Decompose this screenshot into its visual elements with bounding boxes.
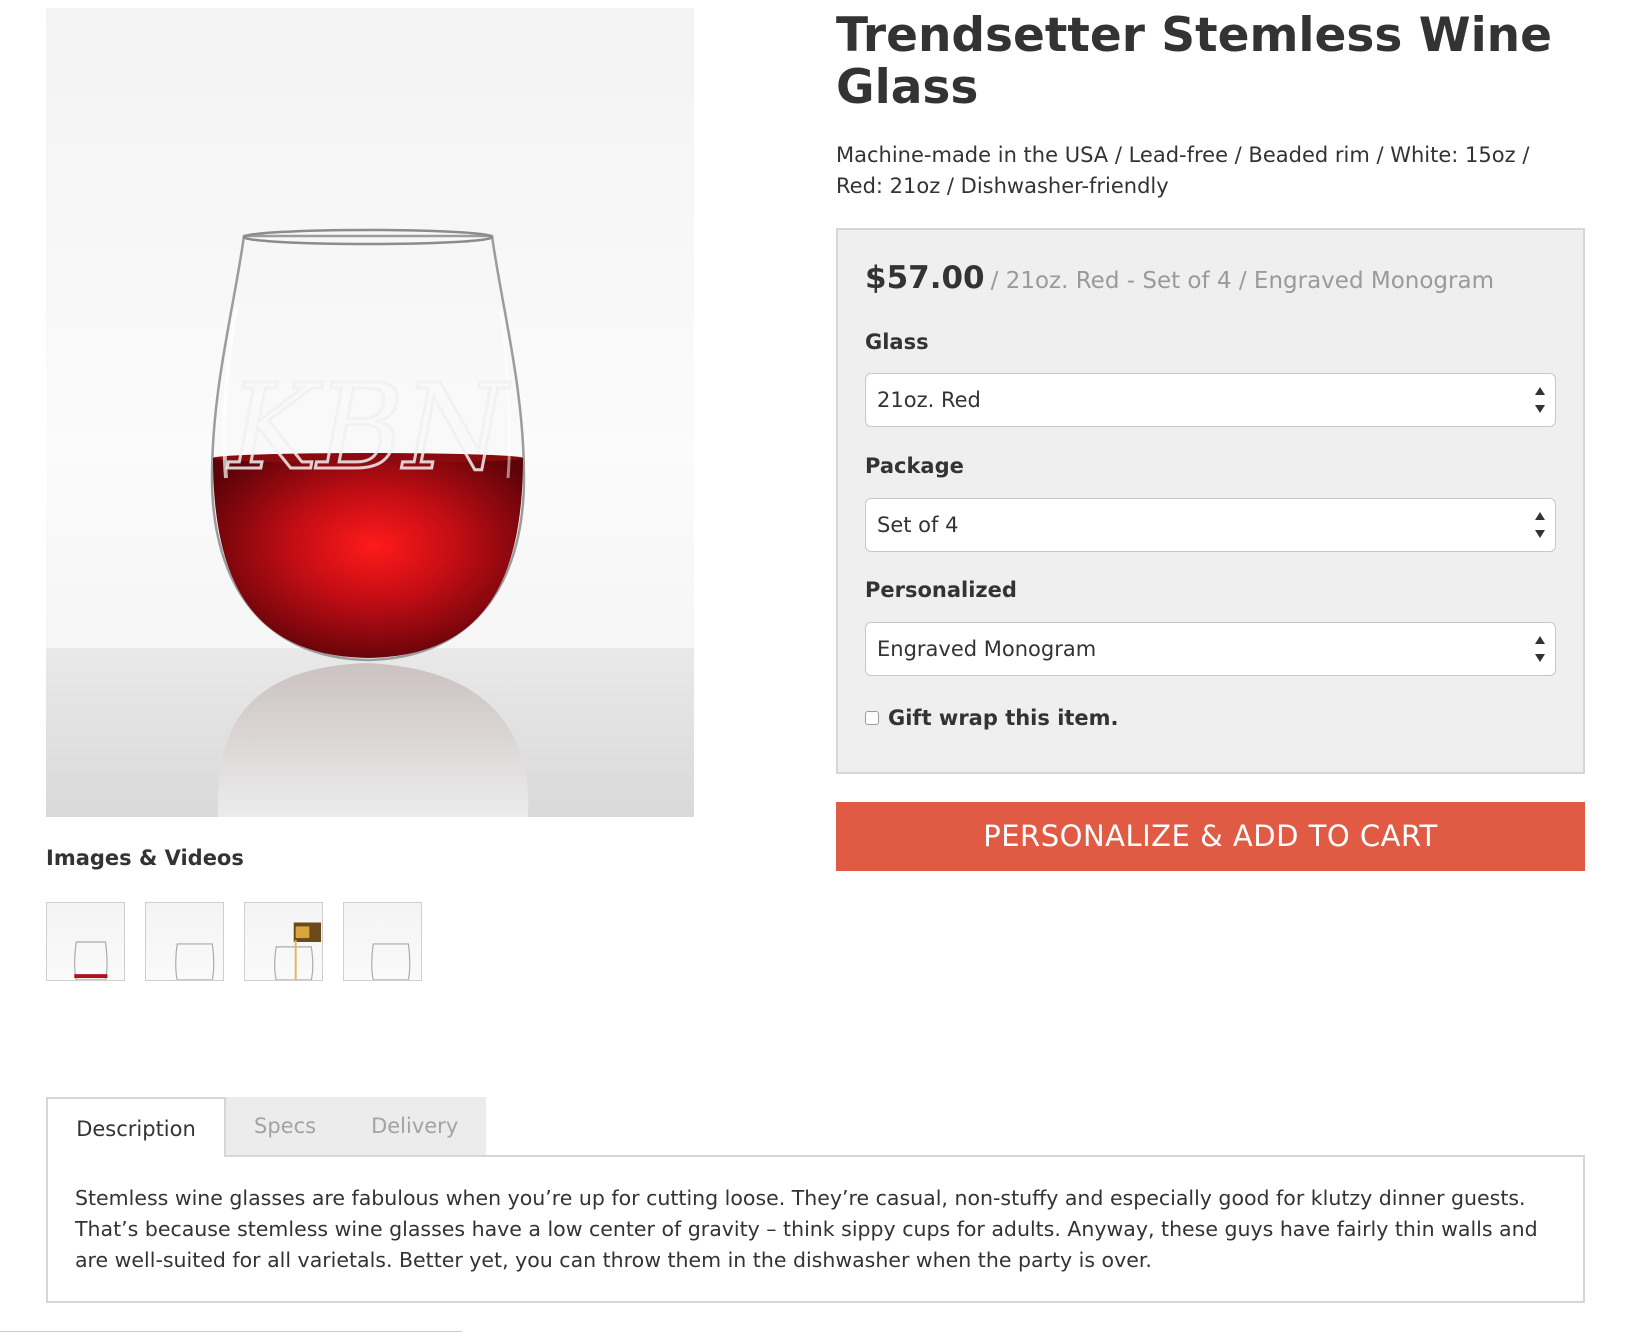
package-select-value: Set of 4 [877, 513, 959, 537]
glass-pouring-thumbnail-icon [274, 922, 322, 980]
thumbnail-1[interactable] [46, 902, 125, 981]
personalized-select-value: Engraved Monogram [877, 637, 1097, 661]
gift-wrap-option: Gift wrap this item. [865, 706, 1119, 730]
product-main-image[interactable]: KBN [46, 8, 694, 817]
glass-select[interactable]: 21oz. Red [865, 373, 1556, 427]
select-arrows-icon [1535, 387, 1545, 413]
description-panel: Stemless wine glasses are fabulous when … [46, 1155, 1585, 1303]
product-title: Trendsetter Stemless Wine Glass [836, 8, 1553, 115]
glass-empty-thumbnail-icon [175, 943, 215, 980]
tab-delivery[interactable]: Delivery [371, 1097, 458, 1157]
product-info-tabs: Description Specs Delivery [46, 1097, 487, 1157]
gift-wrap-checkbox[interactable] [865, 711, 879, 725]
thumbnail-3[interactable] [244, 902, 323, 981]
select-arrows-icon [1535, 512, 1545, 538]
price-line: $57.00/ 21oz. Red - Set of 4 / Engraved … [865, 260, 1494, 296]
product-price: $57.00 [865, 260, 985, 296]
package-select[interactable]: Set of 4 [865, 498, 1556, 552]
personalized-select[interactable]: Engraved Monogram [865, 622, 1556, 676]
images-videos-heading: Images & Videos [46, 846, 244, 870]
inactive-tab-group: Specs Delivery [226, 1097, 487, 1157]
description-text: Stemless wine glasses are fabulous when … [75, 1186, 1538, 1272]
glass-red-wine-thumbnail-icon [74, 941, 108, 980]
gift-wrap-label[interactable]: Gift wrap this item. [888, 706, 1119, 730]
glass-select-value: 21oz. Red [877, 388, 981, 412]
select-arrows-icon [1535, 636, 1545, 662]
thumbnail-4[interactable] [343, 902, 422, 981]
product-subtitle: Machine-made in the USA / Lead-free / Be… [836, 143, 1530, 198]
glass-label: Glass [865, 330, 929, 354]
wine-glass-photo-icon: KBN [46, 228, 694, 817]
package-label: Package [865, 454, 964, 478]
price-variant-detail: / 21oz. Red - Set of 4 / Engraved Monogr… [990, 268, 1494, 294]
tab-specs[interactable]: Specs [254, 1097, 316, 1157]
glass-empty-angle-thumbnail-icon [371, 943, 411, 980]
thumbnail-strip [46, 902, 422, 981]
personalize-add-to-cart-button[interactable]: PERSONALIZE & ADD TO CART [836, 802, 1585, 871]
tab-description[interactable]: Description [46, 1097, 226, 1157]
personalized-label: Personalized [865, 578, 1017, 602]
svg-text:KBN: KBN [227, 358, 511, 496]
product-options-panel: $57.00/ 21oz. Red - Set of 4 / Engraved … [836, 228, 1585, 774]
thumbnail-2[interactable] [145, 902, 224, 981]
